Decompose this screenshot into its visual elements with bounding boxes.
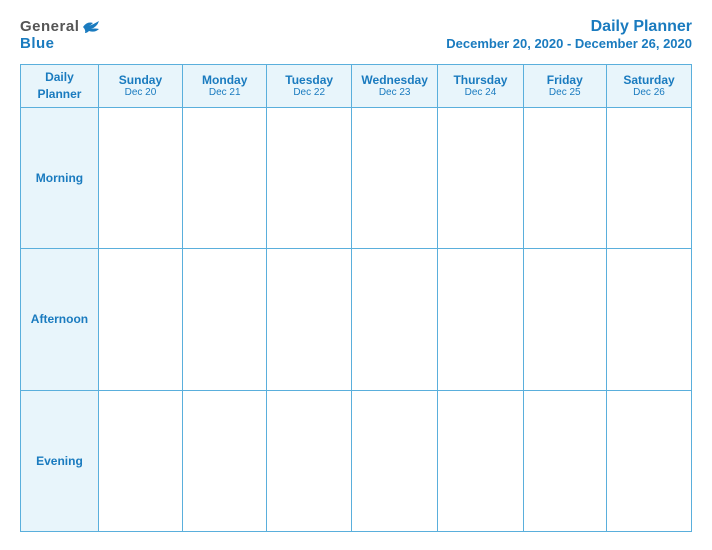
col-header-monday: Monday Dec 21 xyxy=(183,65,267,108)
evening-label: Evening xyxy=(21,390,99,531)
afternoon-tuesday[interactable] xyxy=(267,249,352,390)
evening-sunday[interactable] xyxy=(98,390,182,531)
col-header-sunday: Sunday Dec 20 xyxy=(98,65,182,108)
col-header-tuesday: Tuesday Dec 22 xyxy=(267,65,352,108)
col-header-daily-planner: Daily Planner xyxy=(21,65,99,108)
afternoon-wednesday[interactable] xyxy=(351,249,437,390)
morning-wednesday[interactable] xyxy=(351,107,437,248)
page: General Blue Daily Planner December 20, … xyxy=(0,0,712,550)
col-header-wednesday: Wednesday Dec 23 xyxy=(351,65,437,108)
afternoon-thursday[interactable] xyxy=(438,249,523,390)
page-subtitle: December 20, 2020 - December 26, 2020 xyxy=(446,36,692,51)
title-area: Daily Planner December 20, 2020 - Decemb… xyxy=(446,18,692,51)
evening-wednesday[interactable] xyxy=(351,390,437,531)
logo-general: General xyxy=(20,18,79,35)
morning-row: Morning xyxy=(21,107,692,248)
evening-friday[interactable] xyxy=(523,390,606,531)
afternoon-friday[interactable] xyxy=(523,249,606,390)
evening-tuesday[interactable] xyxy=(267,390,352,531)
morning-friday[interactable] xyxy=(523,107,606,248)
evening-thursday[interactable] xyxy=(438,390,523,531)
evening-row: Evening xyxy=(21,390,692,531)
morning-saturday[interactable] xyxy=(606,107,691,248)
col-header-thursday: Thursday Dec 24 xyxy=(438,65,523,108)
header: General Blue Daily Planner December 20, … xyxy=(20,18,692,52)
evening-monday[interactable] xyxy=(183,390,267,531)
logo-blue: Blue xyxy=(20,35,55,52)
bird-icon xyxy=(81,19,103,35)
morning-monday[interactable] xyxy=(183,107,267,248)
morning-thursday[interactable] xyxy=(438,107,523,248)
afternoon-saturday[interactable] xyxy=(606,249,691,390)
col-header-saturday: Saturday Dec 26 xyxy=(606,65,691,108)
afternoon-monday[interactable] xyxy=(183,249,267,390)
morning-sunday[interactable] xyxy=(98,107,182,248)
logo-area: General Blue xyxy=(20,18,103,52)
afternoon-label: Afternoon xyxy=(21,249,99,390)
page-title: Daily Planner xyxy=(446,18,692,36)
afternoon-row: Afternoon xyxy=(21,249,692,390)
col-header-friday: Friday Dec 25 xyxy=(523,65,606,108)
evening-saturday[interactable] xyxy=(606,390,691,531)
afternoon-sunday[interactable] xyxy=(98,249,182,390)
header-row: Daily Planner Sunday Dec 20 Monday Dec 2… xyxy=(21,65,692,108)
morning-label: Morning xyxy=(21,107,99,248)
morning-tuesday[interactable] xyxy=(267,107,352,248)
calendar-table: Daily Planner Sunday Dec 20 Monday Dec 2… xyxy=(20,64,692,532)
